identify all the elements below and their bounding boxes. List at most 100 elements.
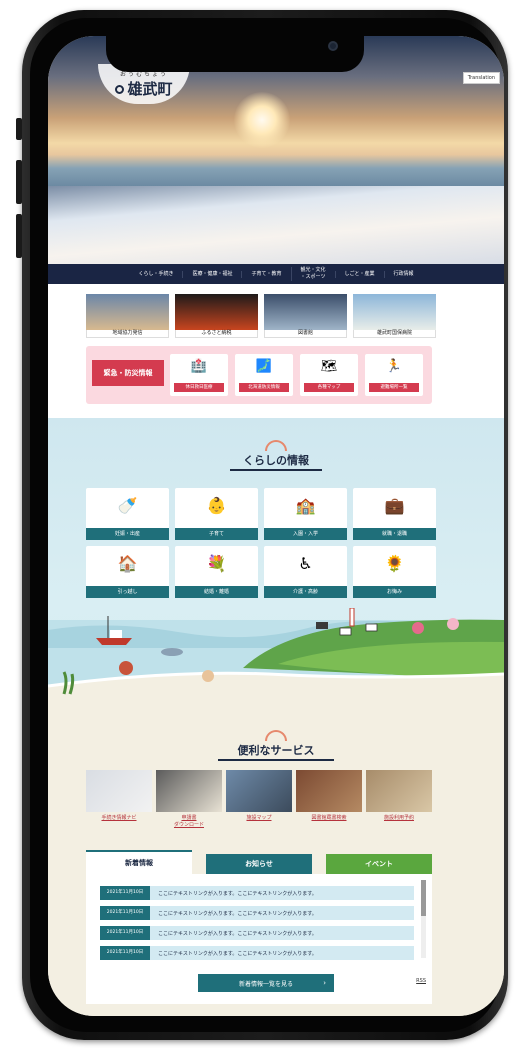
service-label: 図書館蔵書検索 [311, 815, 347, 821]
services-title: 便利なサービス [237, 744, 315, 757]
service-photo [366, 770, 432, 812]
featured-card[interactable]: 雄武町国保病院 [353, 294, 436, 338]
life-info-card[interactable]: 💼 就職・退職 [353, 488, 436, 540]
front-camera-icon [328, 41, 338, 51]
chevron-right-icon: › [323, 979, 326, 987]
tab-event[interactable]: イベント [326, 854, 432, 874]
emergency-card[interactable]: 🗾 北海道防災情報 [235, 354, 293, 396]
life-info-card[interactable]: 🏠 引っ越し [86, 546, 169, 598]
news-scroll-thumb[interactable] [421, 880, 426, 916]
sun-ornament-icon [265, 730, 287, 741]
news-link-text: ここにテキストリンクが入ります。ここにテキストリンクが入ります。 [158, 950, 317, 957]
emergency-icon: 🗺 [320, 359, 338, 374]
featured-card[interactable]: ふるさと納税 [175, 294, 258, 338]
cow [339, 627, 352, 636]
featured-photo [353, 294, 436, 330]
news-panel: 2021年11月10日ここにテキストリンクが入ります。ここにテキストリンクが入り… [86, 874, 432, 1004]
translate-label: Translation [467, 75, 495, 81]
emergency-label: 北海道防災情報 [239, 383, 289, 392]
news-tabs: 新着情報 お知らせ イベント [86, 850, 432, 874]
service-card[interactable]: 図書館蔵書検索 [296, 770, 362, 829]
life-info-icon: 👶 [206, 496, 227, 515]
news-row[interactable]: 2021年11月10日 ここにテキストリンクが入ります。ここにテキストリンクが入り… [100, 886, 414, 900]
featured-card[interactable]: 図書館 [264, 294, 347, 338]
nav-item[interactable]: しごと・産業 [334, 270, 384, 278]
lighthouse [349, 608, 355, 627]
service-label: 施設利用予約 [383, 815, 414, 821]
cow [316, 622, 328, 629]
emergency-label: 各種マップ [304, 383, 354, 392]
life-info-card[interactable]: 🏫 入園・入学 [264, 488, 347, 540]
translate-button[interactable]: Translation [462, 72, 500, 84]
life-title-underline [230, 469, 322, 471]
service-photo [86, 770, 152, 812]
sun-glow [234, 92, 290, 148]
service-card[interactable]: 施設利用予約 [366, 770, 432, 829]
nav-item[interactable]: 行政情報 [383, 270, 423, 278]
nav-item[interactable]: 観光・文化 ・スポーツ [290, 267, 335, 281]
life-info-card[interactable]: 👶 子育て [175, 488, 258, 540]
news-more-button[interactable]: 新着情報一覧を見る › [198, 974, 334, 992]
featured-label: ふるさと納税 [175, 330, 258, 338]
featured-photo [86, 294, 169, 330]
nav-item[interactable]: 子育て・教育 [241, 270, 290, 278]
life-info-label: お悔み [353, 586, 436, 598]
news-more-label: 新着情報一覧を見る [238, 980, 293, 988]
emergency-card[interactable]: 🏥 休日救日医療 [170, 354, 228, 396]
news-date: 2021年11月10日 [100, 906, 150, 920]
news-date: 2021年11月10日 [100, 886, 150, 900]
service-photo [296, 770, 362, 812]
cow [365, 623, 378, 632]
life-info-label: 入園・入学 [264, 528, 347, 540]
service-photo [156, 770, 222, 812]
life-info-label: 妊娠・出産 [86, 528, 169, 540]
life-info-card[interactable]: 🍼 妊娠・出産 [86, 488, 169, 540]
life-info-card[interactable]: 🌻 お悔み [353, 546, 436, 598]
rss-link[interactable]: RSS [416, 978, 426, 984]
life-info-grid: 🍼 妊娠・出産 👶 子育て 🏫 入園・入学 💼 就職・退職 🏠 引っ越し 💐 結婚・離婚 ♿ 介護・高齢 🌻… [86, 488, 436, 598]
service-card[interactable]: 施設マップ [226, 770, 292, 829]
volume-down-button [16, 214, 22, 258]
emergency-icon: 🏥 [190, 359, 208, 374]
services-section: 便利なサービス 手続き情報ナビ 申請書 ダウンロード 施設マップ 図書館蔵書検索 施設利… [48, 718, 504, 1016]
logo-text: 雄武町 [127, 80, 173, 98]
life-info-icon: 🏠 [117, 554, 138, 573]
life-info-card[interactable]: 💐 結婚・離婚 [175, 546, 258, 598]
emergency-card[interactable]: 🏃 避難場所一覧 [365, 354, 423, 396]
news-date: 2021年11月10日 [100, 946, 150, 960]
service-card[interactable]: 申請書 ダウンロード [156, 770, 222, 829]
tab-new[interactable]: 新着情報 [86, 850, 192, 874]
tab-notice[interactable]: お知らせ [206, 854, 312, 874]
life-info-title: くらしの情報 [243, 454, 309, 467]
flower [447, 618, 459, 630]
life-info-card[interactable]: ♿ 介護・高齢 [264, 546, 347, 598]
news-row[interactable]: 2021年11月10日 ここにテキストリンクが入ります。ここにテキストリンクが入り… [100, 906, 414, 920]
service-card[interactable]: 手続き情報ナビ [86, 770, 152, 829]
crab [119, 661, 133, 675]
life-info-label: 介護・高齢 [264, 586, 347, 598]
emergency-icon: 🏃 [385, 359, 403, 374]
news-row[interactable]: 2021年11月10日 ここにテキストリンクが入ります。ここにテキストリンクが入り… [100, 926, 414, 940]
global-nav: くらし・手続き 医療・健康・福祉 子育て・教育 観光・文化 ・スポーツ しごと・産業 行政… [48, 264, 504, 284]
emergency-panel: 緊急・防災情報 🏥 休日救日医療 🗾 北海道防災情報 🗺 各種マップ 🏃 避難場所一覧 [86, 346, 432, 404]
featured-label: 地域協力発信 [86, 330, 169, 338]
featured-label: 図書館 [264, 330, 347, 338]
life-info-section: くらしの情報 🍼 妊娠・出産 👶 子育て 🏫 入園・入学 💼 就職・退職 🏠 引っ越し 💐 結婚・離婚… [48, 418, 504, 718]
nav-item[interactable]: 医療・健康・福祉 [182, 270, 241, 278]
news-scrollbar[interactable] [421, 880, 426, 958]
life-info-icon: 🏫 [295, 496, 316, 515]
emergency-label: 避難場所一覧 [369, 383, 419, 392]
life-info-icon: ♿ [298, 554, 313, 573]
news-row[interactable]: 2021年11月10日 ここにテキストリンクが入ります。ここにテキストリンクが入り… [100, 946, 414, 960]
mute-switch [16, 118, 22, 140]
emergency-title: 緊急・防災情報 [92, 360, 164, 386]
nav-item[interactable]: くらし・手続き [129, 271, 182, 278]
sandy-beach [48, 673, 504, 718]
services-title-underline [218, 759, 334, 761]
town-emblem-icon [115, 85, 125, 94]
featured-card[interactable]: 地域協力発信 [86, 294, 169, 338]
news-link-text: ここにテキストリンクが入ります。ここにテキストリンクが入ります。 [158, 890, 317, 897]
life-info-label: 結婚・離婚 [175, 586, 258, 598]
emergency-card[interactable]: 🗺 各種マップ [300, 354, 358, 396]
service-label: 手続き情報ナビ [101, 815, 137, 821]
